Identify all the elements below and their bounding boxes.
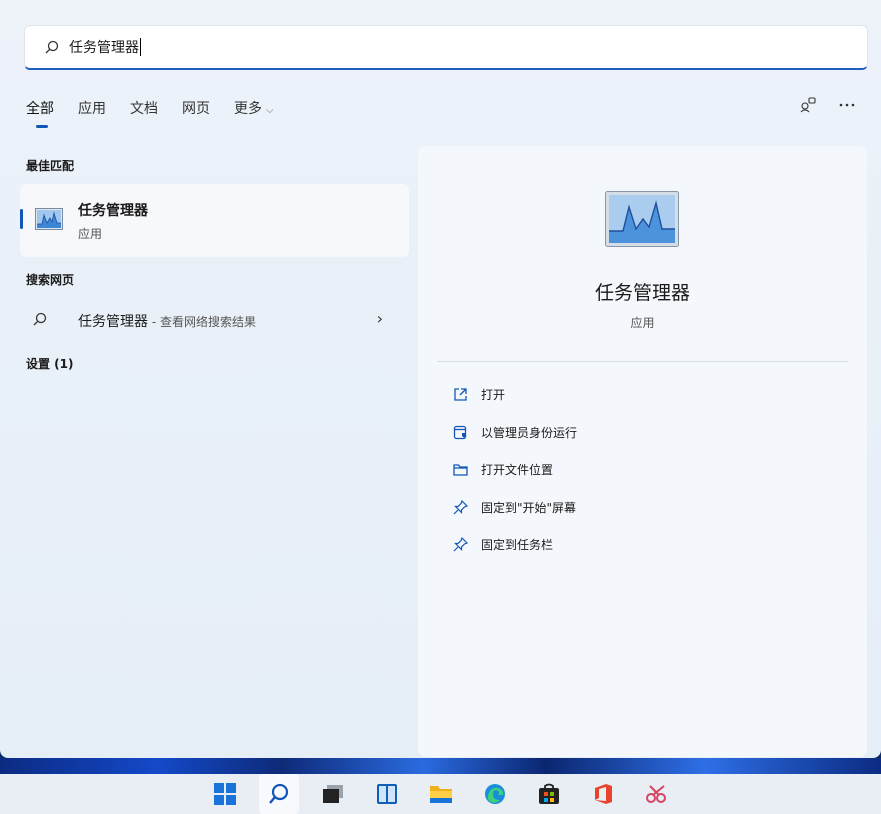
task-manager-icon bbox=[35, 208, 63, 230]
edge-icon[interactable] bbox=[475, 774, 515, 814]
tab-documents[interactable]: 文档 bbox=[130, 98, 158, 118]
taskbar bbox=[0, 774, 881, 814]
task-view-icon[interactable] bbox=[313, 774, 353, 814]
action-label: 打开文件位置 bbox=[481, 463, 554, 477]
section-best-match: 最佳匹配 bbox=[26, 159, 75, 173]
best-match-type: 应用 bbox=[78, 227, 103, 241]
folder-icon bbox=[451, 462, 469, 478]
tab-apps[interactable]: 应用 bbox=[78, 98, 106, 118]
action-label: 打开 bbox=[481, 388, 506, 402]
section-search-web: 搜索网页 bbox=[26, 273, 75, 287]
widgets-icon[interactable] bbox=[367, 774, 407, 814]
text-caret bbox=[140, 38, 141, 56]
pin-icon bbox=[451, 500, 469, 516]
chevron-down-icon: ⌵ bbox=[266, 105, 274, 116]
best-match-name: 任务管理器 bbox=[78, 203, 148, 219]
selection-indicator bbox=[20, 209, 23, 229]
search-query: 任务管理器 bbox=[69, 40, 139, 56]
tab-web[interactable]: 网页 bbox=[182, 98, 210, 118]
action-label: 固定到任务栏 bbox=[481, 538, 554, 552]
store-icon[interactable] bbox=[529, 774, 569, 814]
shield-icon bbox=[451, 425, 469, 441]
filter-tabs: 全部 应用 文档 网页 更多 ⌵ bbox=[26, 98, 298, 128]
snipping-tool-icon[interactable] bbox=[637, 774, 677, 814]
chevron-right-icon[interactable]: › bbox=[377, 309, 383, 328]
detail-app-name: 任务管理器 bbox=[594, 282, 690, 304]
start-search-panel: 任务管理器 全部 应用 文档 网页 更多 ⌵ 最佳匹配 任务管理器 应用 搜索网页 bbox=[0, 0, 881, 758]
top-right-actions bbox=[799, 97, 855, 113]
ellipsis-icon[interactable] bbox=[839, 102, 855, 108]
web-result-query: 任务管理器 bbox=[78, 314, 148, 330]
action-open[interactable]: 打开 bbox=[451, 386, 505, 403]
action-label: 固定到"开始"屏幕 bbox=[481, 501, 577, 515]
action-pin-to-start[interactable]: 固定到"开始"屏幕 bbox=[451, 499, 576, 516]
action-run-as-admin[interactable]: 以管理员身份运行 bbox=[451, 424, 577, 441]
tab-all[interactable]: 全部 bbox=[26, 98, 54, 128]
best-match-item[interactable]: 任务管理器 应用 bbox=[20, 184, 409, 257]
section-settings[interactable]: 设置 (1) bbox=[26, 355, 74, 372]
windows-start-icon[interactable] bbox=[205, 774, 245, 814]
tab-more[interactable]: 更多 ⌵ bbox=[234, 98, 274, 118]
open-icon bbox=[451, 387, 469, 403]
web-result-suffix: - 查看网络搜索结果 bbox=[148, 315, 256, 329]
divider bbox=[437, 361, 848, 362]
search-input[interactable]: 任务管理器 bbox=[24, 25, 868, 70]
tab-more-label: 更多 bbox=[234, 101, 262, 117]
web-search-result[interactable]: 任务管理器 - 查看网络搜索结果 › bbox=[20, 300, 409, 340]
action-open-file-location[interactable]: 打开文件位置 bbox=[451, 461, 553, 478]
account-switch-icon[interactable] bbox=[799, 97, 817, 113]
action-pin-to-taskbar[interactable]: 固定到任务栏 bbox=[451, 536, 553, 553]
detail-pane: 任务管理器 应用 打开 以管理员身份运行 打开文件位置 固定到"开始"屏幕 固定… bbox=[418, 146, 867, 757]
web-result-text: 任务管理器 - 查看网络搜索结果 bbox=[78, 311, 256, 331]
file-explorer-icon[interactable] bbox=[421, 774, 461, 814]
search-icon bbox=[33, 312, 47, 326]
desktop-wallpaper bbox=[0, 758, 881, 774]
search-icon[interactable] bbox=[258, 774, 299, 814]
task-manager-large-icon bbox=[605, 191, 679, 247]
detail-app-type: 应用 bbox=[630, 316, 655, 330]
pin-icon bbox=[451, 537, 469, 553]
search-icon bbox=[45, 40, 59, 54]
office-icon[interactable] bbox=[583, 774, 623, 814]
action-label: 以管理员身份运行 bbox=[481, 426, 578, 440]
